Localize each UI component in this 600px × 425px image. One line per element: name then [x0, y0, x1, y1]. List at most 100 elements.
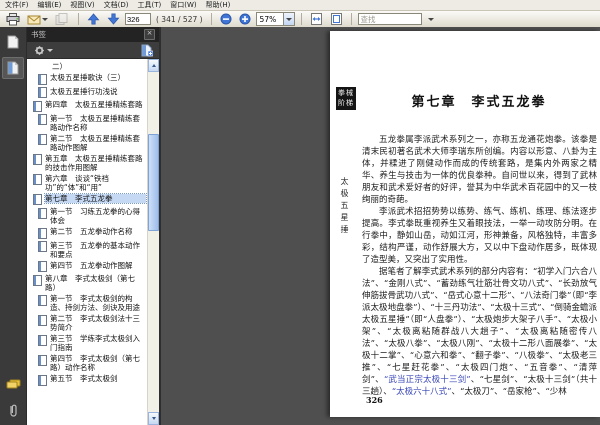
bookmark-item[interactable]: 第一节 习练五龙拳的心得体会 [27, 206, 148, 226]
bookmark-item[interactable]: 第二节 李式太极剑法十三势简介 [27, 313, 148, 333]
bookmarks-panel: 书签 × 二） 太极五星捶歌诀（三） 太极五星捶行功浅说 第四章 太极五星捶精练… [27, 27, 159, 425]
bookmark-page-icon [33, 274, 42, 286]
zoom-dropdown-button[interactable] [282, 13, 294, 25]
document-area[interactable]: 拳械 阶梯 太极五星捶 第七章 李式五龙拳 五龙拳属李派武术系列之一，亦称五龙通… [161, 27, 600, 425]
bookmark-label: 第三节 五龙拳的基本动作和要点 [50, 240, 140, 259]
paragraph-1: 五龙拳属李派武术系列之一，亦称五龙通花炮拳。该拳是清末民初著名武术大师李瑞东所创… [362, 135, 597, 205]
bookmark-item[interactable]: 第三节 学练李式太极剑入门指南 [27, 333, 148, 353]
bookmark-page-icon [38, 241, 47, 252]
paragraph-2: 李派武术招招势势以练势、练气、练机、练理、练法逐步提高。李式拳既重视养生又着眼技… [362, 207, 597, 265]
bookmarks-list[interactable]: 二） 太极五星捶歌诀（三） 太极五星捶行功浅说 第四章 太极五星捶精练套路 第一节 太极… [27, 59, 148, 425]
email-icon [27, 15, 41, 24]
bookmarks-tree: 二） 太极五星捶歌诀（三） 太极五星捶行功浅说 第四章 太极五星捶精练套路 第一节 太极… [27, 59, 159, 425]
bookmarks-panel-title: 书签 [31, 30, 46, 39]
find-options-button[interactable] [425, 11, 436, 27]
email-dropdown-caret [42, 17, 48, 21]
attachments-panel-button[interactable] [2, 399, 24, 421]
bookmark-item[interactable]: 第五章 太极五星捶精练套路的技击作用图解 [27, 153, 148, 173]
menu-item[interactable]: 视图(V) [70, 0, 94, 10]
toolbar-separator [210, 13, 212, 25]
menu-item[interactable]: 编辑(E) [38, 0, 62, 10]
triangle-down-icon [151, 417, 156, 420]
toolbar-separator [78, 13, 79, 25]
bookmarks-scrollbar[interactable] [147, 59, 159, 425]
bookmark-item[interactable]: 太极五星捶歌诀（三） [27, 72, 148, 86]
previous-page-button[interactable] [85, 11, 102, 27]
arrow-up-icon [87, 13, 100, 25]
bookmark-label: 第五章 太极五星捶精练套路的技击作用图解 [45, 153, 143, 172]
save-copy-button-disabled[interactable] [53, 11, 72, 27]
menu-item[interactable]: 窗口(W) [170, 0, 196, 10]
bookmark-page-icon [38, 374, 47, 386]
bookmark-label: 第二节 太极五星捶精练套路动作图解 [50, 133, 140, 152]
bookmark-page-icon [38, 354, 47, 366]
main-area: 书签 × 二） 太极五星捶歌诀（三） 太极五星捶行功浅说 第四章 太极五星捶精练… [0, 27, 600, 425]
toolbar: ( 341 / 527 ) 57% [0, 11, 600, 28]
bookmark-page-plus-icon [141, 44, 153, 56]
zoom-in-icon [239, 13, 251, 25]
bookmark-page-icon [33, 154, 42, 165]
zoom-level-value: 57% [259, 14, 277, 24]
email-button[interactable] [25, 11, 50, 27]
bookmark-label: 第五节 李式太极剑 [50, 374, 118, 383]
bookmark-item[interactable]: 第四节 李式太极剑（第七路）动作名称 [27, 353, 148, 373]
scroll-down-button[interactable] [148, 412, 159, 425]
scroll-up-button[interactable] [148, 59, 159, 72]
document-page[interactable]: 拳械 阶梯 太极五星捶 第七章 李式五龙拳 五龙拳属李派武术系列之一，亦称五龙通… [330, 31, 600, 417]
menu-item[interactable]: 文档(D) [104, 0, 129, 10]
arrow-down-icon [107, 13, 120, 25]
bookmark-label: 第一节 李式太极剑的构造、持剑方法、剑诀及用途 [50, 294, 140, 312]
bookmark-item[interactable]: 第一节 李式太极剑的构造、持剑方法、剑诀及用途 [27, 293, 148, 313]
bookmark-page-icon [38, 294, 47, 306]
bookmarks-icon [7, 61, 19, 75]
triangle-up-icon [151, 64, 156, 67]
expand-current-bookmark-button[interactable] [139, 43, 155, 58]
zoom-out-button[interactable] [218, 11, 234, 27]
bookmark-page-icon [38, 227, 47, 239]
print-button[interactable] [4, 11, 22, 27]
find-input[interactable] [357, 13, 422, 25]
menu-bar: 文件(F) 编辑(E) 视图(V) 文档(D) 工具(T) 窗口(W) 帮助(H) [0, 0, 600, 11]
bookmark-label: 二） [52, 62, 67, 71]
bookmark-item[interactable]: 第七章 李式五龙拳 [27, 192, 148, 207]
bookmark-label: 第一节 习练五龙拳的心得体会 [50, 207, 140, 225]
chapter-title: 第七章 李式五龙拳 [411, 95, 547, 110]
bookmark-page-icon [38, 207, 47, 219]
bookmark-item[interactable]: 第三节 五龙拳的基本动作和要点 [27, 240, 148, 260]
menu-item[interactable]: 帮助(H) [206, 0, 231, 10]
chevron-down-icon [47, 48, 53, 52]
bookmark-item[interactable]: 二） [27, 61, 148, 72]
fit-page-button[interactable] [328, 11, 345, 27]
bookmark-item[interactable]: 第八章 李式太极剑（第七路） [27, 273, 148, 293]
bookmark-item[interactable]: 第一节 太极五星捶精练套路动作名称 [27, 113, 148, 133]
bookmark-item[interactable]: 第六章 谈谈“铁裆功”的“体”和“用” [27, 173, 148, 193]
menu-item[interactable]: 工具(T) [138, 0, 162, 10]
bookmark-item[interactable]: 第二节 太极五星捶精练套路动作图解 [27, 133, 148, 153]
bookmark-item[interactable]: 第四章 太极五星捶精练套路 [27, 99, 148, 113]
pages-panel-button[interactable] [2, 31, 24, 53]
gear-icon [34, 45, 45, 55]
bookmark-label: 第二节 五龙拳动作名称 [50, 227, 133, 236]
bookmark-item[interactable]: 第五节 李式太极剑 [27, 373, 148, 387]
bookmarks-panel-button[interactable] [2, 57, 24, 79]
bookmark-item[interactable]: 太极五星捶行功浅说 [27, 86, 148, 100]
zoom-level-combo[interactable]: 57% [255, 12, 295, 26]
page-number-input[interactable] [125, 13, 151, 25]
bookmarks-options-button[interactable] [31, 43, 55, 58]
bookmark-page-icon [33, 194, 42, 205]
menu-item[interactable]: 文件(F) [5, 0, 29, 10]
bookmark-item[interactable]: 第四节 五龙拳动作图解 [27, 260, 148, 274]
paragraph-3-link-2[interactable]: “太极六十八式” [392, 387, 452, 397]
bookmark-page-icon [38, 134, 47, 145]
next-page-button[interactable] [105, 11, 122, 27]
zoom-in-button[interactable] [237, 11, 253, 27]
fit-width-button[interactable] [308, 11, 325, 27]
paragraph-3-link-1[interactable]: “武当正宗太极十三剑” [384, 375, 471, 385]
toolbar-separator [350, 13, 352, 25]
comments-panel-button[interactable] [2, 373, 24, 395]
bookmark-item[interactable]: 第二节 五龙拳动作名称 [27, 226, 148, 240]
paragraph-3: 据笔者了解李式武术系列的部分内容有：“初学入门六合八法”、“金刚八式”、“蓄劲练… [362, 266, 597, 398]
close-panel-button[interactable]: × [144, 29, 155, 40]
scrollbar-thumb[interactable] [148, 134, 159, 231]
bookmark-label: 第八章 李式太极剑（第七路） [45, 274, 135, 292]
